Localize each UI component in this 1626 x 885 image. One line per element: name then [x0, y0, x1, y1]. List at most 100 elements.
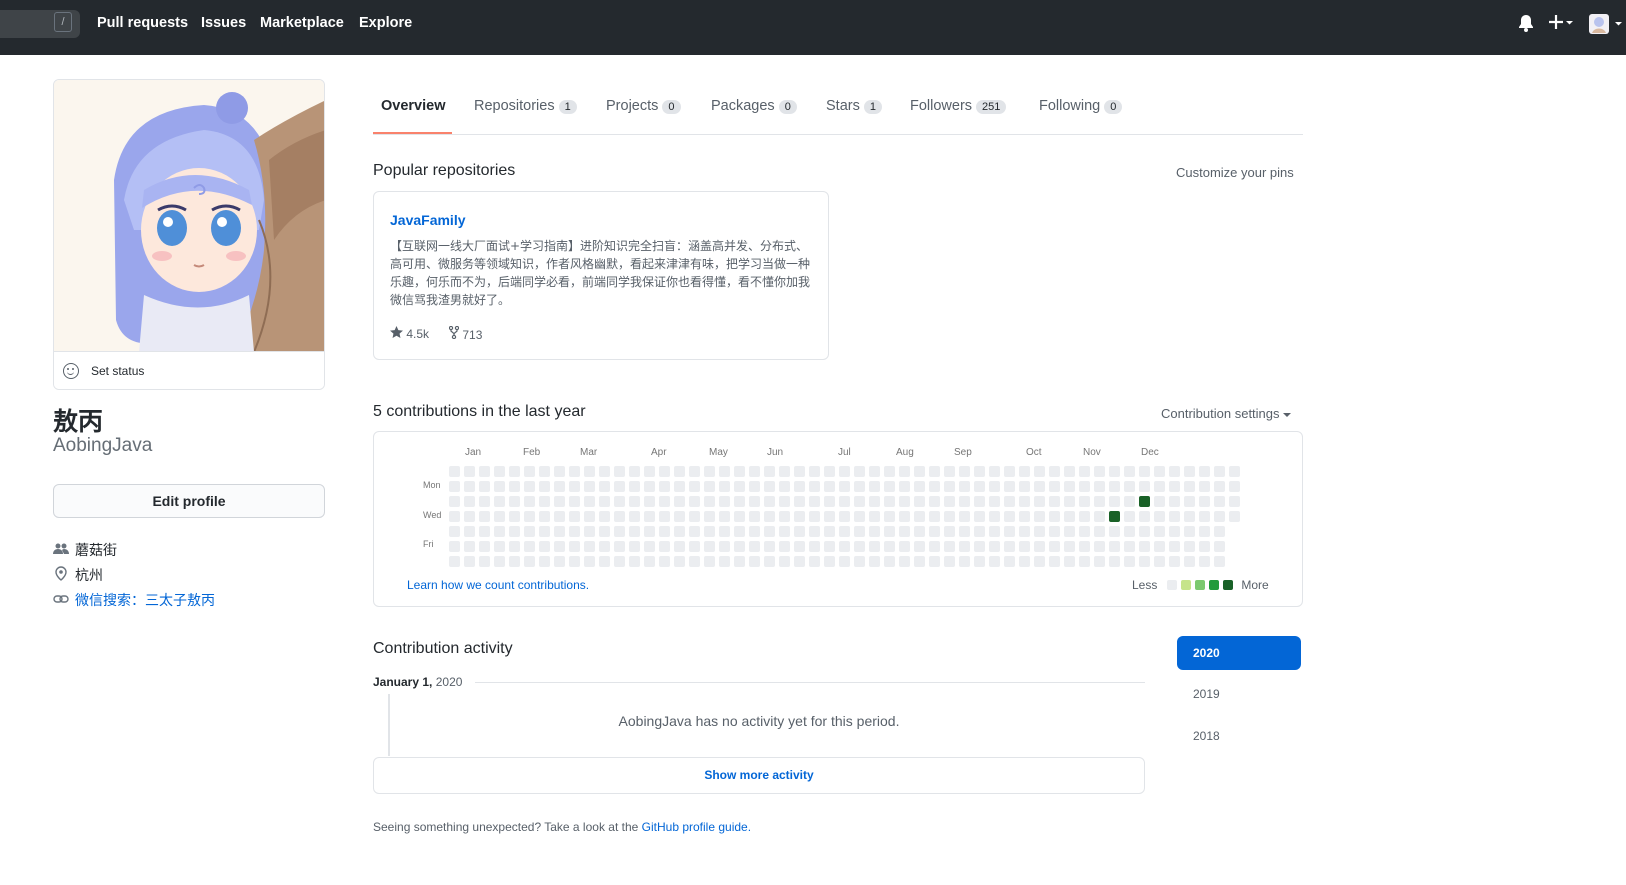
contribution-day[interactable]	[1079, 466, 1090, 477]
contribution-day[interactable]	[1184, 556, 1195, 567]
contribution-day[interactable]	[809, 526, 820, 537]
contribution-day[interactable]	[1154, 496, 1165, 507]
contribution-day[interactable]	[479, 496, 490, 507]
contribution-day[interactable]	[629, 481, 640, 492]
contribution-day[interactable]	[704, 466, 715, 477]
contribution-day[interactable]	[854, 481, 865, 492]
contribution-day[interactable]	[794, 496, 805, 507]
contribution-day[interactable]	[479, 466, 490, 477]
tab-stars[interactable]: Stars 1	[826, 98, 882, 114]
contribution-day[interactable]	[464, 496, 475, 507]
contribution-day[interactable]	[599, 556, 610, 567]
contribution-day[interactable]	[569, 556, 580, 567]
contribution-day[interactable]	[929, 541, 940, 552]
contribution-day[interactable]	[734, 466, 745, 477]
contribution-day[interactable]	[1049, 541, 1060, 552]
contribution-day[interactable]	[1064, 481, 1075, 492]
tab-packages[interactable]: Packages 0	[711, 98, 797, 114]
contribution-day[interactable]	[659, 541, 670, 552]
show-more-activity-button[interactable]: Show more activity	[373, 757, 1145, 794]
contribution-day[interactable]	[1154, 556, 1165, 567]
contribution-day[interactable]	[1214, 466, 1225, 477]
profile-guide-link[interactable]: GitHub profile guide.	[642, 820, 751, 834]
contribution-day[interactable]	[704, 556, 715, 567]
contribution-day[interactable]	[914, 466, 925, 477]
contribution-day[interactable]	[1124, 556, 1135, 567]
contribution-day[interactable]	[449, 466, 460, 477]
contribution-day[interactable]	[644, 526, 655, 537]
contribution-day[interactable]	[689, 556, 700, 567]
tab-repositories[interactable]: Repositories 1	[474, 98, 577, 114]
contribution-day[interactable]	[464, 541, 475, 552]
contribution-day[interactable]	[1094, 466, 1105, 477]
contribution-day[interactable]	[554, 526, 565, 537]
contribution-day[interactable]	[509, 556, 520, 567]
contribution-day[interactable]	[734, 511, 745, 522]
contribution-day[interactable]	[1094, 496, 1105, 507]
contribution-day[interactable]	[1184, 496, 1195, 507]
contribution-day[interactable]	[1109, 541, 1120, 552]
contribution-day[interactable]	[1199, 481, 1210, 492]
contribution-day[interactable]	[824, 511, 835, 522]
contribution-day[interactable]	[479, 556, 490, 567]
contribution-day[interactable]	[554, 541, 565, 552]
contribution-day[interactable]	[1004, 496, 1015, 507]
contribution-day[interactable]	[629, 466, 640, 477]
contribution-day[interactable]	[869, 541, 880, 552]
contribution-day[interactable]	[1019, 496, 1030, 507]
contribution-day[interactable]	[494, 466, 505, 477]
contribution-day[interactable]	[1214, 496, 1225, 507]
contribution-day[interactable]	[959, 481, 970, 492]
contribution-day[interactable]	[539, 496, 550, 507]
contribution-day[interactable]	[509, 526, 520, 537]
contribution-day[interactable]	[1109, 526, 1120, 537]
contribution-day[interactable]	[554, 481, 565, 492]
contribution-day[interactable]	[1064, 541, 1075, 552]
contribution-day[interactable]	[839, 496, 850, 507]
contribution-day[interactable]	[1154, 526, 1165, 537]
contribution-day[interactable]	[1214, 511, 1225, 522]
contribution-day[interactable]	[539, 481, 550, 492]
contribution-day[interactable]	[1169, 526, 1180, 537]
contribution-day[interactable]	[929, 526, 940, 537]
contribution-day[interactable]	[914, 496, 925, 507]
contribution-day[interactable]	[779, 481, 790, 492]
contribution-day[interactable]	[944, 466, 955, 477]
contribution-day[interactable]	[899, 466, 910, 477]
contribution-day[interactable]	[929, 481, 940, 492]
contribution-day[interactable]	[449, 496, 460, 507]
contribution-day[interactable]	[959, 556, 970, 567]
contribution-day[interactable]	[794, 556, 805, 567]
contribution-day[interactable]	[974, 496, 985, 507]
contribution-day[interactable]	[569, 496, 580, 507]
contribution-day[interactable]	[464, 556, 475, 567]
repo-stars[interactable]: 4.5k	[390, 326, 429, 342]
contribution-day[interactable]	[764, 496, 775, 507]
contribution-day[interactable]	[854, 466, 865, 477]
contribution-day[interactable]	[809, 481, 820, 492]
contribution-day[interactable]	[839, 481, 850, 492]
contribution-day[interactable]	[989, 556, 1000, 567]
contribution-day[interactable]	[974, 511, 985, 522]
contribution-day[interactable]	[674, 541, 685, 552]
bell-icon[interactable]	[1518, 14, 1534, 37]
contribution-day[interactable]	[929, 496, 940, 507]
contribution-day[interactable]	[584, 556, 595, 567]
contribution-day[interactable]	[734, 541, 745, 552]
contribution-day[interactable]	[464, 466, 475, 477]
contribution-day[interactable]	[989, 526, 1000, 537]
contribution-day[interactable]	[929, 556, 940, 567]
contribution-day[interactable]	[869, 556, 880, 567]
contribution-day[interactable]	[524, 541, 535, 552]
contribution-day[interactable]	[1004, 481, 1015, 492]
contribution-day[interactable]	[1139, 496, 1150, 507]
contribution-day[interactable]	[1199, 511, 1210, 522]
contribution-day[interactable]	[944, 511, 955, 522]
contribution-day[interactable]	[899, 511, 910, 522]
contribution-day[interactable]	[944, 496, 955, 507]
contribution-day[interactable]	[959, 526, 970, 537]
contribution-day[interactable]	[884, 496, 895, 507]
contribution-day[interactable]	[1124, 511, 1135, 522]
contribution-day[interactable]	[854, 526, 865, 537]
contribution-day[interactable]	[674, 526, 685, 537]
